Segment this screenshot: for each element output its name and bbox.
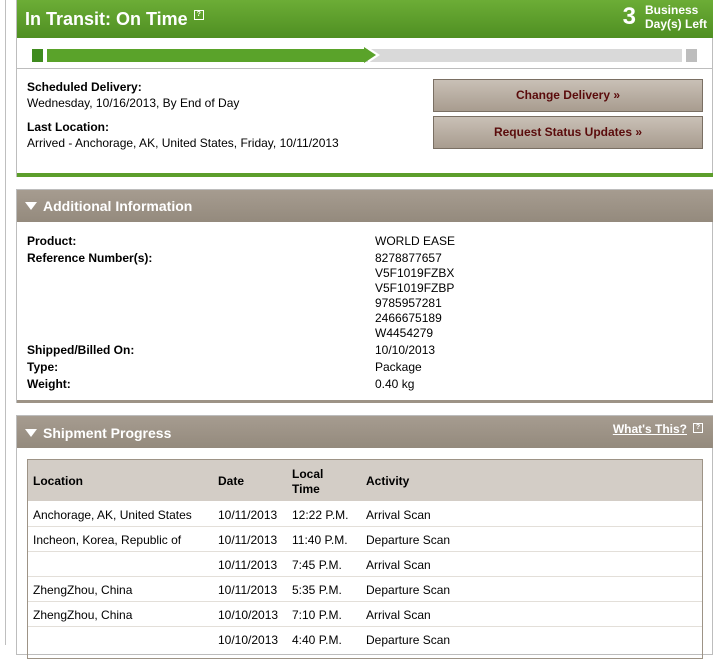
status-title-text: In Transit: On Time bbox=[25, 9, 188, 29]
help-icon[interactable]: ? bbox=[193, 10, 204, 20]
collapse-triangle-icon bbox=[25, 429, 37, 438]
product-value: WORLD EASE bbox=[375, 234, 456, 248]
column-header-local-time: Local Time bbox=[292, 467, 323, 496]
column-header-location: Location bbox=[33, 474, 83, 488]
additional-info-header[interactable]: Additional Information bbox=[17, 190, 713, 222]
row-divider bbox=[28, 576, 702, 577]
request-status-updates-button[interactable]: Request Status Updates » bbox=[433, 116, 703, 149]
cell-activity: Arrival Scan bbox=[366, 558, 431, 572]
cell-date: 10/11/2013 bbox=[218, 533, 278, 547]
weight-value: 0.40 kg bbox=[375, 377, 415, 391]
scheduled-delivery-label: Scheduled Delivery: bbox=[27, 80, 142, 94]
cell-activity: Departure Scan bbox=[366, 583, 451, 597]
additional-info-title: Additional Information bbox=[25, 198, 192, 214]
scheduled-delivery-value: Wednesday, 10/16/2013, By End of Day bbox=[27, 96, 240, 110]
weight-label: Weight: bbox=[27, 377, 71, 391]
cell-activity: Departure Scan bbox=[366, 533, 451, 547]
status-bottom-rule bbox=[17, 173, 713, 177]
status-divider bbox=[17, 68, 713, 69]
row-divider bbox=[28, 526, 702, 527]
cell-location: ZhengZhou, China bbox=[33, 583, 133, 597]
progress-fill bbox=[32, 49, 365, 62]
collapse-triangle-icon bbox=[25, 202, 37, 211]
cell-time: 11:40 P.M. bbox=[292, 533, 348, 547]
change-delivery-button[interactable]: Change Delivery » bbox=[433, 79, 703, 112]
page-left-border bbox=[5, 0, 6, 645]
last-location-label: Last Location: bbox=[27, 120, 110, 134]
shipped-billed-value: 10/10/2013 bbox=[375, 343, 436, 357]
additional-info-title-text: Additional Information bbox=[43, 198, 193, 214]
progress-arrow-icon bbox=[364, 47, 376, 63]
status-header: In Transit: On Time? 3 Business Day(s) L… bbox=[17, 0, 713, 38]
whats-this-text[interactable]: What's This? bbox=[613, 422, 687, 436]
additional-info-footer bbox=[17, 400, 713, 403]
cell-time: 7:45 P.M. bbox=[292, 558, 342, 572]
cell-time: 12:22 P.M. bbox=[292, 508, 349, 522]
days-left-number: 3 bbox=[622, 3, 636, 30]
cell-location: Anchorage, AK, United States bbox=[33, 508, 192, 522]
cell-location: ZhengZhou, China bbox=[33, 608, 133, 622]
cell-date: 10/11/2013 bbox=[218, 508, 278, 522]
type-value: Package bbox=[375, 360, 422, 374]
cell-location: Incheon, Korea, Republic of bbox=[33, 533, 182, 547]
reference-number: 2466675189 bbox=[375, 311, 442, 325]
help-icon[interactable]: ? bbox=[693, 423, 703, 433]
cell-activity: Arrival Scan bbox=[366, 508, 431, 522]
status-title: In Transit: On Time? bbox=[25, 9, 204, 30]
last-location-value: Arrived - Anchorage, AK, United States, … bbox=[27, 136, 339, 150]
cell-time: 7:10 P.M. bbox=[292, 608, 342, 622]
column-header-activity: Activity bbox=[366, 474, 410, 488]
reference-number: 8278877657 bbox=[375, 251, 442, 265]
reference-number: W4454279 bbox=[375, 326, 434, 340]
cell-activity: Arrival Scan bbox=[366, 608, 431, 622]
cell-date: 10/10/2013 bbox=[218, 608, 279, 622]
shipped-billed-label: Shipped/Billed On: bbox=[27, 343, 135, 357]
reference-number: V5F1019FZBX bbox=[375, 266, 455, 280]
column-header-date: Date bbox=[218, 474, 245, 488]
shipment-progress-title: Shipment Progress bbox=[25, 425, 171, 441]
table-header bbox=[28, 460, 702, 501]
row-divider bbox=[28, 551, 702, 552]
reference-number: V5F1019FZBP bbox=[375, 281, 455, 295]
whats-this-link[interactable]: What's This?? bbox=[613, 422, 703, 436]
delivery-progress-bar bbox=[32, 47, 697, 63]
days-left-label-line2: Day(s) Left bbox=[644, 17, 707, 31]
progress-start-gap bbox=[43, 49, 47, 62]
shipment-progress-header[interactable]: Shipment Progress What's This?? bbox=[17, 416, 713, 448]
progress-end-segment bbox=[686, 49, 697, 62]
type-label: Type: bbox=[27, 360, 59, 374]
row-divider bbox=[28, 601, 702, 602]
product-label: Product: bbox=[27, 234, 77, 248]
days-left-label: Business Day(s) Left bbox=[645, 3, 707, 31]
shipment-progress-title-text: Shipment Progress bbox=[43, 425, 172, 441]
cell-date: 10/11/2013 bbox=[218, 558, 278, 572]
reference-numbers-label: Reference Number(s): bbox=[27, 251, 153, 265]
cell-date: 10/11/2013 bbox=[218, 583, 278, 597]
column-header-local-time-line2: Time bbox=[292, 482, 320, 496]
cell-time: 5:35 P.M. bbox=[292, 583, 342, 597]
reference-number: 9785957281 bbox=[375, 296, 442, 310]
column-header-local-time-line1: Local bbox=[292, 467, 324, 481]
days-left-label-line1: Business bbox=[644, 3, 699, 17]
progress-start-segment bbox=[32, 49, 43, 62]
row-divider bbox=[28, 626, 702, 627]
